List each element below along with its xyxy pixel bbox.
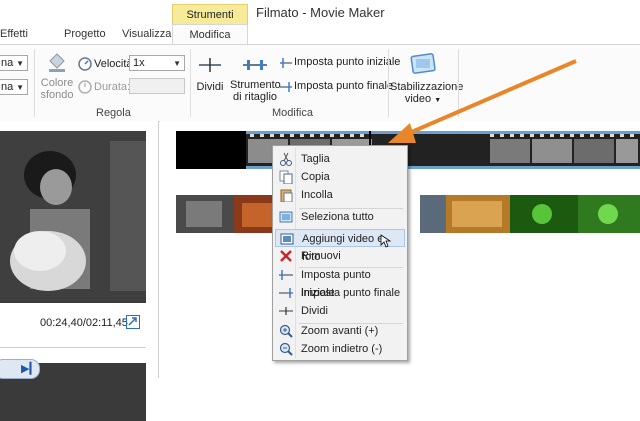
menu-item-taglia[interactable]: Taglia	[275, 150, 405, 168]
menu-item-imposta-punto-finale[interactable]: Imposta punto finale	[275, 284, 405, 302]
speed-icon	[78, 57, 92, 71]
ribbon-divider	[190, 49, 191, 117]
ribbon-divider	[34, 49, 35, 117]
background-color-label: Colore sfondo	[40, 77, 74, 101]
preview-pane: 00:24,40/02:11,45 ▶▎	[0, 121, 159, 421]
ribbon-tabs: Effetti visivi Progetto Visualizza Modif…	[0, 24, 640, 60]
remove-icon	[280, 250, 292, 262]
menu-item-copia[interactable]: Copia	[275, 168, 405, 186]
tab-visualizza[interactable]: Visualizza	[122, 24, 171, 44]
menu-item-dividi[interactable]: Dividi	[275, 302, 405, 320]
title-bar: Strumenti video Filmato - Movie Maker	[0, 0, 640, 41]
duration-clock-icon	[78, 80, 92, 94]
context-menu: Taglia Copia Incolla Seleziona tutto Agg…	[272, 145, 408, 361]
set-start-point-button[interactable]: Imposta punto iniziale	[280, 55, 400, 71]
split-button[interactable]: Dividi	[194, 49, 226, 101]
preview-time: 00:24,40/02:11,45	[40, 317, 128, 329]
zoom-in-icon	[279, 324, 293, 338]
video-frame-image	[0, 131, 146, 301]
menu-item-seleziona-tutto[interactable]: Seleziona tutto	[275, 208, 405, 226]
set-start-icon	[279, 270, 293, 280]
tab-progetto[interactable]: Progetto	[64, 24, 106, 44]
add-media-icon	[280, 233, 294, 245]
speed-combo[interactable]: 1x ▼	[129, 55, 185, 71]
menu-item-zoom-indietro[interactable]: Zoom indietro (-)	[275, 340, 405, 358]
group-label-modifica: Modifica	[272, 107, 313, 119]
chevron-down-icon: ▼	[16, 83, 24, 92]
scissors-icon	[280, 152, 292, 166]
group-label-regola: Regola	[96, 107, 131, 119]
select-all-icon	[279, 211, 293, 223]
photo-clips-strip[interactable]	[176, 195, 640, 233]
split-icon	[199, 58, 221, 72]
black-clip[interactable]	[176, 131, 246, 169]
duration-input[interactable]	[129, 78, 185, 94]
playback-controls: ▶▎	[0, 359, 40, 379]
transition-combo[interactable]: na ▼	[0, 55, 28, 71]
context-tab-group-video-tools: Strumenti video	[172, 4, 248, 41]
chevron-down-icon: ▼	[16, 59, 24, 68]
trim-tool-button[interactable]: Strumento di ritaglio	[230, 49, 281, 105]
tab-effetti-visivi[interactable]: Effetti visivi	[0, 24, 44, 60]
duration-combo[interactable]: na ▼	[0, 79, 28, 95]
window-title: Filmato - Movie Maker	[256, 5, 385, 20]
duration-label: Durata:	[94, 81, 131, 93]
set-end-point-button[interactable]: Imposta punto finale	[280, 79, 393, 95]
background-color-button[interactable]: Colore sfondo	[38, 49, 76, 107]
split-icon	[279, 307, 293, 315]
zoom-out-icon	[279, 342, 293, 356]
seek-bar[interactable]	[0, 347, 146, 348]
menu-item-zoom-avanti[interactable]: Zoom avanti (+)	[275, 322, 405, 340]
chevron-down-icon: ▼	[173, 59, 181, 68]
set-end-icon	[279, 288, 293, 298]
menu-item-imposta-punto-iniziale[interactable]: Imposta punto iniziale	[275, 266, 405, 299]
paint-bucket-icon	[49, 53, 65, 72]
set-end-icon	[280, 82, 292, 92]
next-frame-icon[interactable]: ▶▎	[21, 362, 38, 375]
tab-modifica[interactable]: Modifica	[172, 24, 248, 45]
paste-icon	[280, 189, 293, 202]
menu-item-aggiungi-video-e-foto[interactable]: Aggiungi video e foto	[275, 229, 405, 263]
mouse-cursor-icon	[380, 234, 392, 248]
annotation-arrow-icon	[388, 59, 577, 143]
trim-tool-icon	[243, 60, 267, 70]
set-start-icon	[280, 58, 292, 68]
preview-controls: 00:24,40/02:11,45 ▶▎	[0, 303, 158, 379]
menu-item-rimuovi[interactable]: Rimuovi	[275, 247, 405, 265]
menu-item-incolla[interactable]: Incolla	[275, 186, 405, 204]
copy-icon	[279, 170, 293, 184]
expand-icon[interactable]	[126, 315, 140, 329]
photo-thumbnails	[176, 195, 640, 233]
